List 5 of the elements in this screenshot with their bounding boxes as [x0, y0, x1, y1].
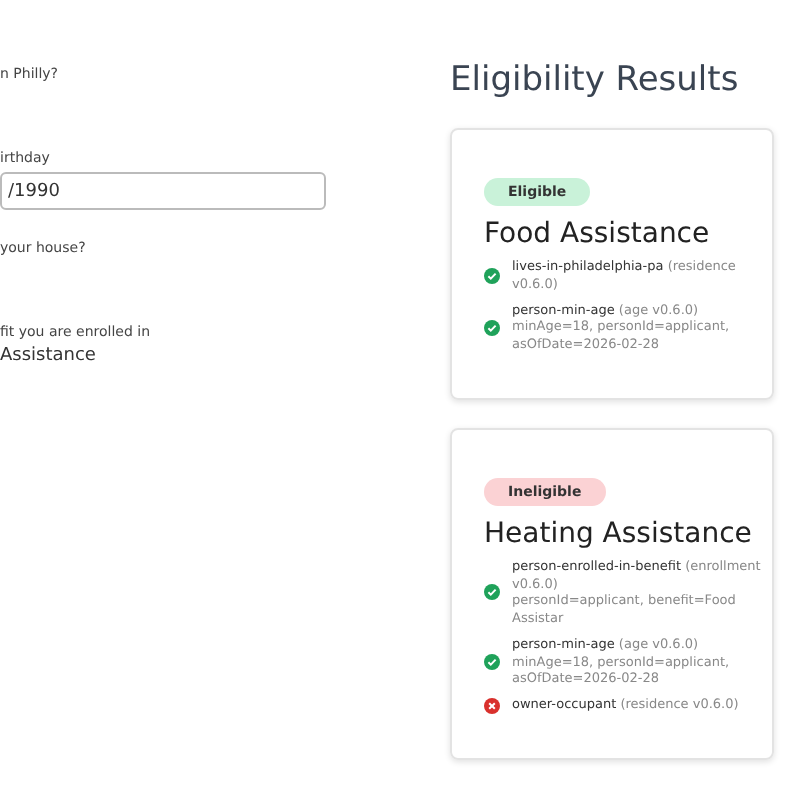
results-title: Eligibility Results	[450, 60, 741, 100]
program-name: Heating Assistance	[484, 517, 752, 550]
program-name: Food Assistance	[484, 218, 710, 250]
answer-text: Assistance	[0, 346, 98, 366]
birthday-input[interactable]: /1990	[0, 172, 326, 210]
